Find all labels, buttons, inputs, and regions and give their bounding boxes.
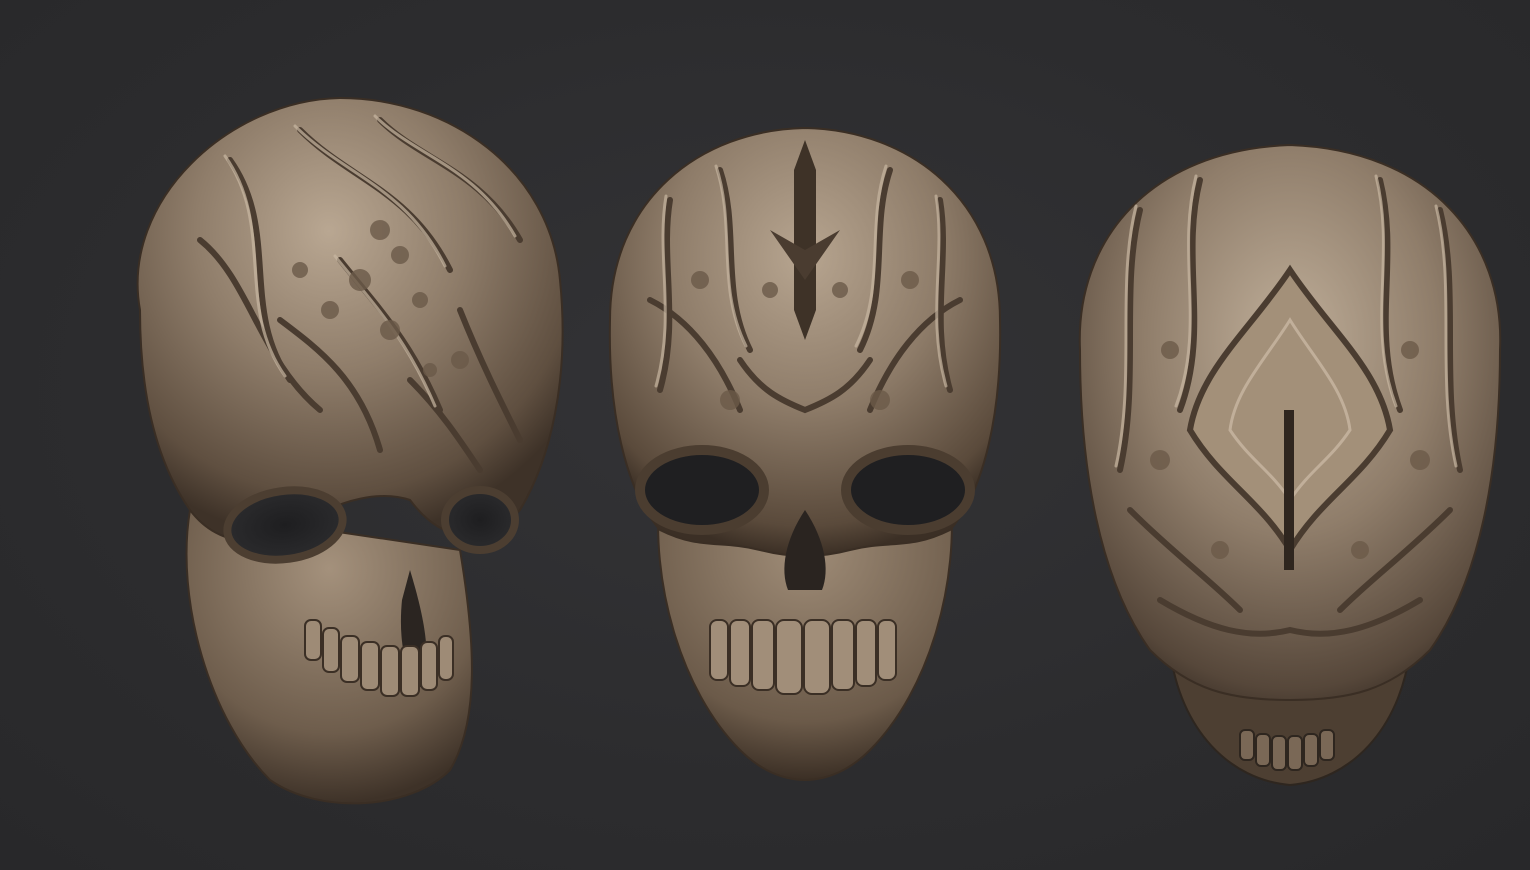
skull-front-svg	[608, 126, 1002, 781]
skull-front-view	[590, 110, 1020, 800]
eye-socket-right	[441, 486, 519, 554]
skull-top-svg	[1078, 143, 1502, 787]
skull-three-quarter-view	[80, 80, 580, 840]
skull-top-view	[1060, 130, 1520, 810]
skull-three-quarter-svg	[136, 96, 564, 805]
eye-socket-right	[841, 445, 975, 535]
eye-socket-left	[635, 445, 769, 535]
render-viewport	[0, 0, 1530, 870]
teeth	[709, 619, 897, 695]
cranium	[136, 96, 564, 543]
